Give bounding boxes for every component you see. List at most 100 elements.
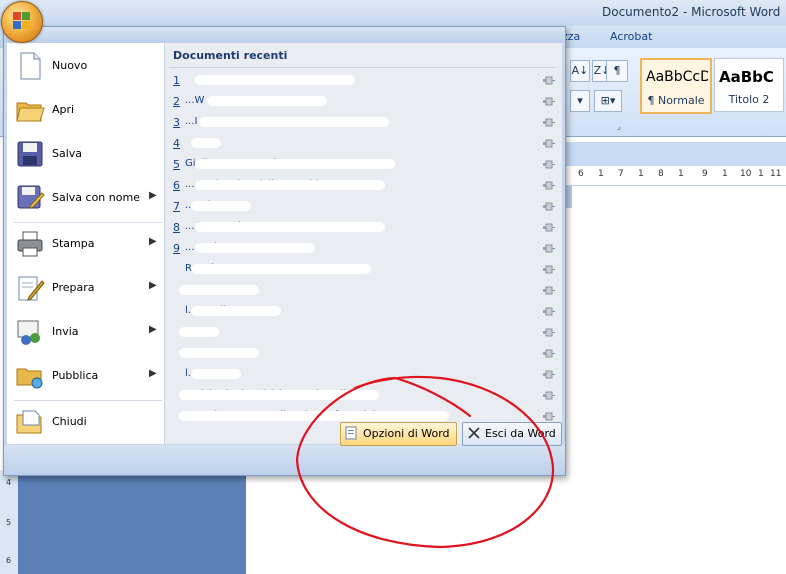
redaction-mark [179, 411, 449, 421]
ruler-mark: 5 [6, 518, 12, 527]
pin-icon[interactable] [543, 370, 555, 379]
recent-document-item[interactable]: 3...I per SUPER ecc ... PERFETTO [171, 113, 561, 134]
sort-icon[interactable]: A↓ [570, 60, 590, 82]
style-heading2[interactable]: AaBbC Titolo 2 [714, 58, 784, 112]
redaction-mark [179, 327, 219, 337]
submenu-arrow-icon: ▶ [149, 368, 157, 379]
ruler-mark: 9 [702, 169, 708, 179]
style-label-normal: ¶ Normale [647, 94, 705, 107]
pin-icon[interactable] [543, 97, 555, 106]
redaction-mark [199, 117, 389, 127]
menu-item-label: Invia [52, 325, 79, 338]
window-title: Documento2 - Microsoft Word [602, 5, 781, 19]
office-menu-footer [4, 445, 565, 475]
pin-icon[interactable] [543, 412, 555, 421]
office-button[interactable] [1, 1, 43, 43]
ruler-mark: 1 [758, 169, 764, 179]
pin-icon[interactable] [543, 76, 555, 85]
pin-icon[interactable] [543, 202, 555, 211]
show-formatting-marks-icon[interactable]: ¶ [606, 60, 628, 82]
recent-document-item[interactable]: 7...Cel [171, 197, 561, 218]
menu-item-open[interactable]: Apri [7, 91, 162, 131]
recent-document-number: 1 [173, 74, 180, 87]
style-sample-heading2: AaBbC [719, 68, 774, 86]
menu-item-close[interactable]: Chiudi [7, 403, 162, 443]
recent-document-item[interactable]: 9... Rode S... [171, 239, 561, 260]
recent-document-item[interactable]: 4 [171, 134, 561, 155]
menu-item-publish[interactable]: Pubblica ▶ [7, 357, 162, 397]
word-options-button[interactable]: Opzioni di Word [340, 422, 457, 446]
recent-document-item[interactable]: 2 ...W [171, 92, 561, 113]
dialog-launcher-icon[interactable]: ⌟ [617, 122, 621, 131]
options-icon [345, 426, 357, 440]
submenu-arrow-icon: ▶ [149, 190, 157, 201]
pin-icon[interactable] [543, 244, 555, 253]
recent-document-number: 6 [173, 179, 180, 192]
menu-item-save-as[interactable]: Salva con nome ▶ [7, 179, 162, 219]
title-bar: Documento2 - Microsoft Word [0, 0, 786, 26]
style-label-heading2: Titolo 2 [728, 93, 770, 106]
pin-icon[interactable] [543, 181, 555, 190]
style-sample-normal: AaBbCcD [646, 69, 708, 85]
exit-word-label: Esci da Word [485, 427, 556, 440]
recent-document-number: 7 [173, 200, 180, 213]
pin-icon[interactable] [543, 349, 555, 358]
menu-item-send[interactable]: Invia ▶ [7, 313, 162, 353]
redaction-mark [195, 159, 395, 169]
ruler-mark: 6 [578, 169, 584, 179]
ruler-mark: 10 [740, 169, 752, 179]
pin-icon[interactable] [543, 118, 555, 127]
recent-document-item[interactable]: 6... Madonnina delle Macchie... [171, 176, 561, 197]
menu-item-prepare[interactable]: Prepara ▶ [7, 269, 162, 309]
borders-icon[interactable]: ⊞▾ [594, 90, 622, 112]
recent-document-number: 4 [173, 137, 180, 150]
recent-document-item[interactable] [171, 323, 561, 344]
menu-item-label: Apri [52, 103, 75, 116]
recent-documents-pane: Documenti recenti 1 2 ...W 3...I per SUPER … [165, 43, 562, 444]
tab-acrobat[interactable]: Acrobat [610, 30, 652, 43]
shading-icon[interactable]: ▾ [570, 90, 590, 112]
recent-document-item[interactable]: ... Lo co... [171, 281, 561, 302]
horizontal-ruler[interactable]: 6 1 7 1 8 1 9 1 10 1 11 [560, 167, 786, 186]
pin-icon[interactable] [543, 160, 555, 169]
style-normal[interactable]: AaBbCcD ¶ Normale [640, 58, 712, 114]
menu-item-label: Chiudi [52, 415, 87, 428]
office-logo-icon [13, 12, 31, 30]
pin-icon[interactable] [543, 223, 555, 232]
redaction-mark [195, 243, 315, 253]
redaction-mark [179, 285, 259, 295]
recent-document-item[interactable]: ...uisitori e inquisizione nel Medioevo [171, 386, 561, 407]
menu-item-save[interactable]: Salva [7, 135, 162, 175]
recent-document-item[interactable]: 5Giulio ... Messaggio ... [171, 155, 561, 176]
recent-document-name: ...W [185, 95, 205, 106]
office-menu: Nuovo Apri Salva Salva con nome ▶ Stampa… [3, 26, 566, 476]
redaction-mark [179, 390, 379, 400]
pin-icon[interactable] [543, 328, 555, 337]
menu-item-label: Pubblica [52, 369, 99, 382]
recent-document-item[interactable]: R... Abate [171, 260, 561, 281]
menu-item-new[interactable]: Nuovo [7, 47, 162, 87]
menu-item-print[interactable]: Stampa ▶ [7, 225, 162, 265]
menu-separator [14, 222, 162, 223]
recent-document-item[interactable]: CINBAR_LDI... [171, 344, 561, 365]
pin-icon[interactable] [543, 391, 555, 400]
menu-item-label: Nuovo [52, 59, 88, 72]
submenu-arrow-icon: ▶ [149, 280, 157, 291]
menu-separator [14, 400, 162, 401]
recent-document-number: 9 [173, 242, 180, 255]
recent-document-item[interactable]: 8... Racconti ... per Francesco V... [171, 218, 561, 239]
recent-document-item[interactable]: l... ...NE [171, 365, 561, 386]
vertical-ruler[interactable]: 4 5 6 [0, 470, 19, 574]
redaction-mark [191, 264, 371, 274]
pin-icon[interactable] [543, 286, 555, 295]
recent-document-item[interactable]: l... ...talia [171, 302, 561, 323]
recent-document-item[interactable]: 1 [171, 71, 561, 92]
pin-icon[interactable] [543, 307, 555, 316]
menu-item-label: Stampa [52, 237, 95, 250]
exit-word-button[interactable]: Esci da Word [462, 422, 562, 446]
redaction-mark [191, 369, 241, 379]
pin-icon[interactable] [543, 139, 555, 148]
publish-folder-icon [16, 368, 43, 389]
ruler-mark: 7 [618, 169, 624, 179]
pin-icon[interactable] [543, 265, 555, 274]
